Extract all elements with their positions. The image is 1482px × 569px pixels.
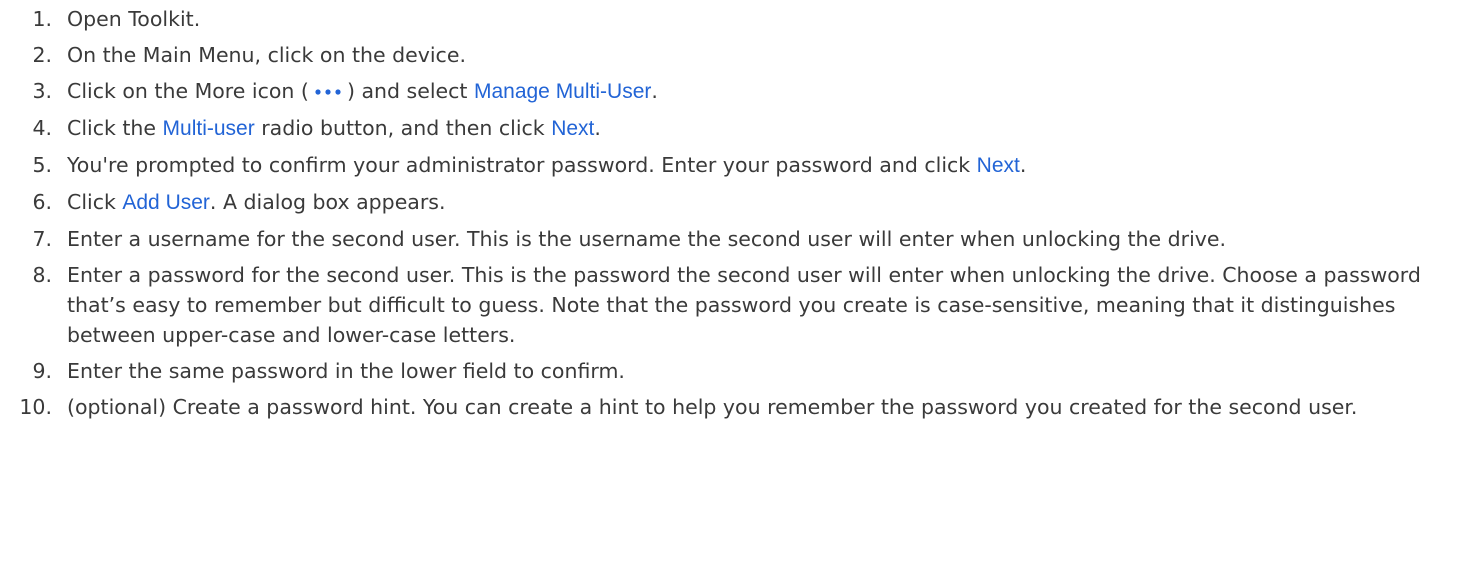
step-number: 5.: [32, 153, 52, 177]
step-text: Enter the same password in the lower fie…: [67, 359, 625, 383]
step-text: Click: [67, 190, 123, 214]
step-text: Enter a username for the second user. Th…: [67, 227, 1227, 251]
step-1: 1. Open Toolkit.: [0, 0, 1482, 34]
step-number: 4.: [32, 116, 52, 140]
step-number: 2.: [32, 43, 52, 67]
step-text: Open Toolkit.: [67, 7, 201, 31]
step-text: radio button, and then click: [254, 116, 552, 140]
more-icon: [313, 86, 343, 98]
step-text: Click on the More icon (: [67, 79, 309, 103]
step-number: 7.: [32, 227, 52, 251]
step-9: 9. Enter the same password in the lower f…: [0, 356, 1482, 386]
next-link[interactable]: Next: [977, 154, 1020, 177]
step-number: 10.: [19, 395, 52, 419]
step-number: 6.: [32, 190, 52, 214]
step-text: . A dialog box appears.: [209, 190, 446, 214]
step-number: 3.: [32, 79, 52, 103]
step-text: Enter a password for the second user. Th…: [67, 263, 1421, 347]
next-link[interactable]: Next: [551, 117, 594, 140]
step-text: On the Main Menu, click on the device.: [67, 43, 466, 67]
step-10: 10. (optional) Create a password hint. Yo…: [0, 392, 1482, 422]
step-4: 4. Click the Multi-user radio button, and…: [0, 113, 1482, 144]
step-text: .: [651, 79, 658, 103]
step-6: 6. Click Add User. A dialog box appears.: [0, 187, 1482, 218]
step-3: 3. Click on the More icon ( ) and select M…: [0, 76, 1482, 107]
step-7: 7. Enter a username for the second user. …: [0, 224, 1482, 254]
step-text: .: [594, 116, 601, 140]
step-text: (optional) Create a password hint. You c…: [67, 395, 1358, 419]
instruction-steps-list: 1. Open Toolkit. 2. On the Main Menu, clic…: [0, 0, 1482, 428]
step-text: You're prompted to confirm your administ…: [67, 153, 977, 177]
step-8: 8. Enter a password for the second user. …: [0, 260, 1482, 350]
manage-multi-user-link[interactable]: Manage Multi-User: [474, 80, 651, 103]
step-2: 2. On the Main Menu, click on the device.: [0, 40, 1482, 70]
step-number: 9.: [32, 359, 52, 383]
step-text: .: [1019, 153, 1027, 177]
step-number: 1.: [32, 7, 52, 31]
step-number: 8.: [32, 263, 52, 287]
add-user-link[interactable]: Add User: [122, 191, 210, 214]
multi-user-link[interactable]: Multi-user: [163, 117, 255, 140]
step-text: ) and select: [346, 79, 474, 103]
step-text: Click the: [67, 116, 163, 140]
step-5: 5. You're prompted to confirm your admini…: [0, 150, 1482, 181]
